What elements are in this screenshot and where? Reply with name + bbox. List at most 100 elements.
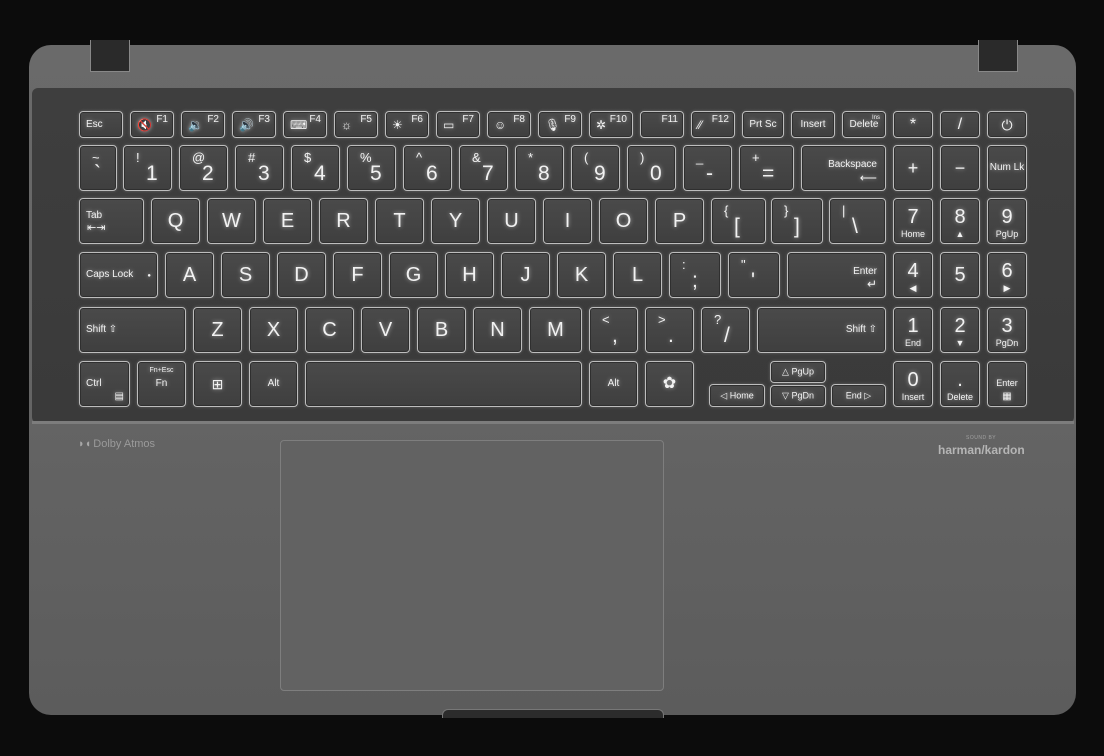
key-g[interactable]: G [389,252,438,298]
key-numpad-1[interactable]: 1 End [893,307,933,353]
key-l[interactable]: L [613,252,662,298]
key-delete[interactable]: Delete Ins [842,111,886,138]
key-f8[interactable]: ☺ F8 [487,111,531,138]
key-6[interactable]: ^ 6 [403,145,452,191]
key-end[interactable]: End ▷ [831,384,886,407]
key-3[interactable]: #3 [235,145,284,191]
key-lbracket[interactable]: {[ [711,198,766,244]
key-f7[interactable]: ▭ F7 [436,111,480,138]
key-fn[interactable]: Fn+Esc Fn [137,361,186,407]
key-numpad-plus[interactable]: + [893,145,933,191]
key-9[interactable]: (9 [571,145,620,191]
key-numlk[interactable]: Num Lk [987,145,1027,191]
key-f3[interactable]: 🔊 F3 [232,111,276,138]
key-r[interactable]: R [319,198,368,244]
key-4[interactable]: $4 [291,145,340,191]
key-numpad-4[interactable]: 4 ◀ [893,252,933,298]
key-quote[interactable]: " ' [728,252,780,298]
key-7[interactable]: & 7 [459,145,508,191]
key-p[interactable]: P [655,198,704,244]
key-5[interactable]: % 5 [347,145,396,191]
key-tab[interactable]: Tab ⇤⇥ [79,198,144,244]
key-s[interactable]: S [221,252,270,298]
key-pgup[interactable]: △ PgUp [770,361,826,383]
key-shift-left[interactable]: Shift ⇧ [79,307,186,353]
key-rbracket[interactable]: }] [771,198,823,244]
key-label: Shift ⇧ [86,324,118,335]
key-0[interactable]: ) 0 [627,145,676,191]
key-x[interactable]: X [249,307,298,353]
key-8[interactable]: * 8 [515,145,564,191]
key-enter[interactable]: Enter ↵ [787,252,886,298]
key-f1[interactable]: 🔇 F1 [130,111,174,138]
key-insert[interactable]: Insert [791,111,835,138]
key-f11[interactable]: F11 [640,111,684,138]
trackpad[interactable] [280,440,664,691]
key-f6[interactable]: ☀ F6 [385,111,429,138]
key-n[interactable]: N [473,307,522,353]
key-comma[interactable]: <, [589,307,638,353]
key-period[interactable]: >. [645,307,694,353]
key-e[interactable]: E [263,198,312,244]
key-numpad-minus[interactable]: − [940,145,980,191]
key-a[interactable]: A [165,252,214,298]
key-j[interactable]: J [501,252,550,298]
key-f9[interactable]: 🎙 F9 [538,111,582,138]
key-numpad-2[interactable]: 2 ▼ [940,307,980,353]
key-2[interactable]: @2 [179,145,228,191]
key-f12[interactable]: ⁄⁄ F12 [691,111,735,138]
key-numpad-3[interactable]: 3 PgDn [987,307,1027,353]
key-shift-right[interactable]: Shift ⇧ [757,307,886,353]
key-m[interactable]: M [529,307,582,353]
key-f10[interactable]: ✲ F10 [589,111,633,138]
key-backslash[interactable]: | \ [829,198,886,244]
key-f5[interactable]: ☼ F5 [334,111,378,138]
key-backspace[interactable]: Backspace ⟵ [801,145,886,191]
key-numpad-7[interactable]: 7 Home [893,198,933,244]
key-copilot[interactable]: ✿ [645,361,694,407]
key-v[interactable]: V [361,307,410,353]
key-numpad-9[interactable]: 9 PgUp [987,198,1027,244]
key-u[interactable]: U [487,198,536,244]
key-alt-right[interactable]: Alt [589,361,638,407]
key-power[interactable]: ⏻ [987,111,1027,138]
key-backtick[interactable]: ~ ` [79,145,117,191]
key-esc[interactable]: Esc [79,111,123,138]
key-numpad-5[interactable]: 5 [940,252,980,298]
key-equals[interactable]: + = [739,145,794,191]
key-b[interactable]: B [417,307,466,353]
key-numpad-star[interactable]: * [893,111,933,138]
key-o[interactable]: O [599,198,648,244]
key-d[interactable]: D [277,252,326,298]
key-f[interactable]: F [333,252,382,298]
key-h[interactable]: H [445,252,494,298]
key-prtsc[interactable]: Prt Sc [742,111,784,138]
key-minus[interactable]: _ - [683,145,732,191]
key-f4[interactable]: ⌨ F4 [283,111,327,138]
key-i[interactable]: I [543,198,592,244]
key-alt-left[interactable]: Alt [249,361,298,407]
key-pgdn[interactable]: ▽ PgDn [770,385,826,407]
key-home[interactable]: ◁ Home [709,384,765,407]
key-windows[interactable]: ⊞ [193,361,242,407]
key-1[interactable]: ! 1 [123,145,172,191]
key-numpad-enter[interactable]: Enter ▦ [987,361,1027,407]
key-numpad-0[interactable]: 0 Insert [893,361,933,407]
key-t[interactable]: T [375,198,424,244]
key-z[interactable]: Z [193,307,242,353]
key-y[interactable]: Y [431,198,480,244]
key-semicolon[interactable]: :; [669,252,721,298]
key-numpad-slash[interactable]: / [940,111,980,138]
key-slash[interactable]: ? / [701,307,750,353]
key-f2[interactable]: 🔉 F2 [181,111,225,138]
key-c[interactable]: C [305,307,354,353]
key-numpad-8[interactable]: 8 ▲ [940,198,980,244]
key-caps-lock[interactable]: Caps Lock ● [79,252,158,298]
key-w[interactable]: W [207,198,256,244]
key-numpad-6[interactable]: 6 ▶ [987,252,1027,298]
key-k[interactable]: K [557,252,606,298]
key-ctrl[interactable]: Ctrl ▤ [79,361,130,407]
key-space[interactable] [305,361,582,407]
key-numpad-dot[interactable]: . Delete [940,361,980,407]
key-q[interactable]: Q [151,198,200,244]
